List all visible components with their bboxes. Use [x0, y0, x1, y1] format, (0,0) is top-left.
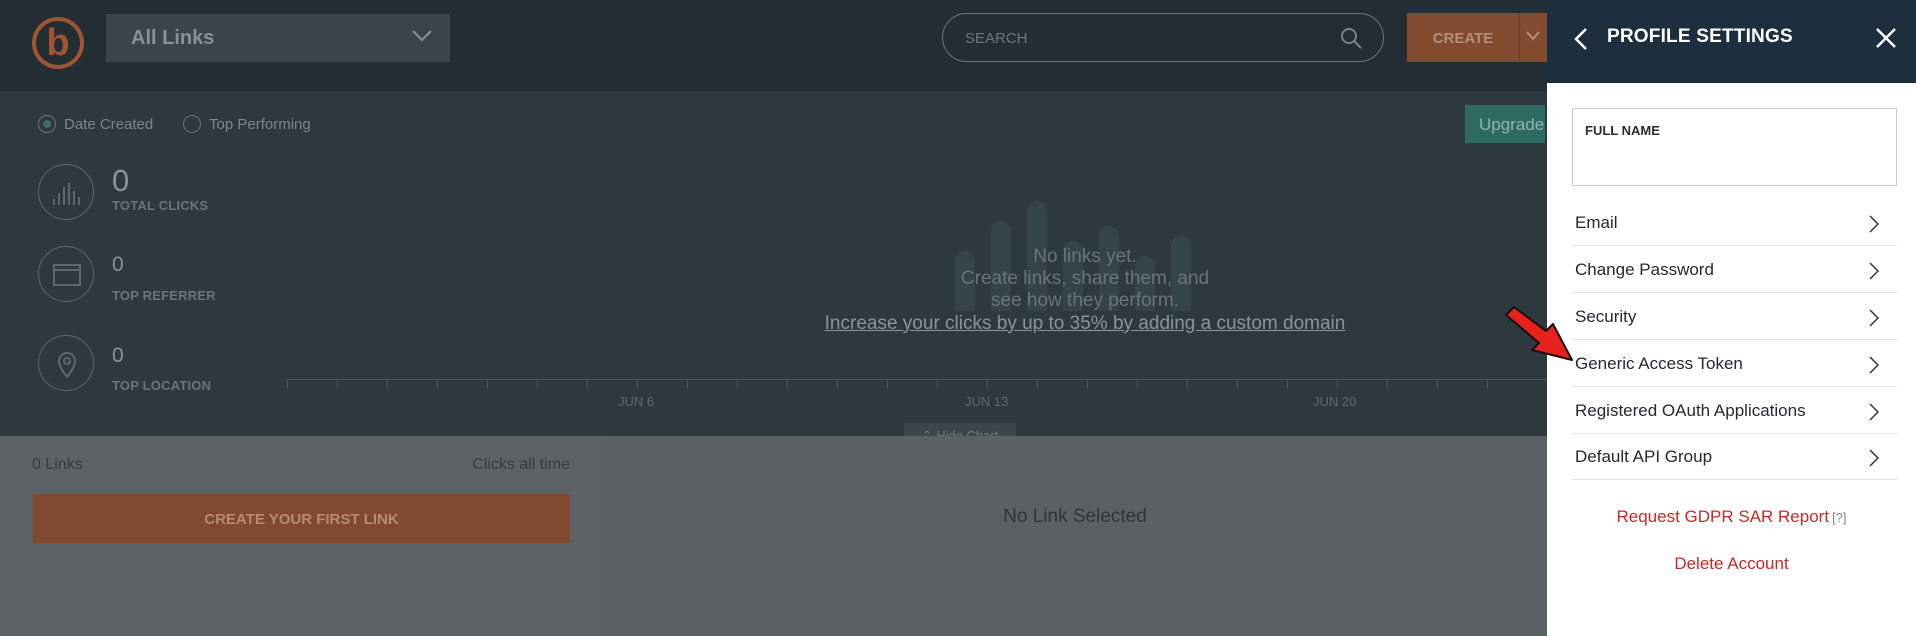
top-location-value: 0 — [112, 344, 124, 367]
full-name-field[interactable]: FULL NAME — [1572, 108, 1897, 186]
create-first-link-button[interactable]: CREATE YOUR FIRST LINK — [33, 494, 570, 543]
total-clicks-value: 0 — [112, 163, 130, 198]
location-pin-icon — [38, 335, 94, 391]
create-button[interactable]: CREATE — [1407, 13, 1519, 62]
menu-item-change-password[interactable]: Change Password — [1572, 246, 1897, 293]
menu-item-email[interactable]: Email — [1572, 199, 1897, 246]
link-detail-panel: No Link Selected — [603, 436, 1547, 636]
chart-x-axis — [287, 379, 1547, 380]
top-referrer-label: TOP REFERRER — [112, 288, 216, 303]
upgrade-button[interactable]: Upgrade — [1465, 105, 1545, 143]
gdpr-report-link[interactable]: Request GDPR SAR Report [?] — [1547, 507, 1916, 527]
sort-top-performing-radio[interactable]: Top Performing — [183, 115, 311, 133]
gdpr-help-icon[interactable]: [?] — [1832, 510, 1846, 525]
full-name-label: FULL NAME — [1585, 123, 1660, 138]
empty-message-line-2: Create links, share them, and — [960, 268, 1210, 289]
search-placeholder: SEARCH — [965, 30, 1028, 47]
radio-selected-icon — [38, 115, 56, 133]
panel-header: PROFILE SETTINGS — [1547, 0, 1916, 83]
delete-account-link[interactable]: Delete Account — [1547, 554, 1916, 574]
bitly-logo[interactable]: b — [32, 17, 84, 69]
chevron-down-icon — [412, 30, 432, 42]
axis-label: JUN 13 — [965, 394, 1009, 409]
chevron-right-icon — [1869, 403, 1879, 421]
chevron-right-icon — [1869, 309, 1879, 327]
search-icon[interactable] — [1339, 26, 1363, 50]
no-link-selected-message: No Link Selected — [1003, 506, 1147, 527]
links-filter-label: All Links — [131, 27, 215, 49]
axis-label: JUN 6 — [618, 394, 655, 409]
chevron-right-icon — [1869, 356, 1879, 374]
bar-chart-icon — [38, 164, 94, 220]
chevron-right-icon — [1869, 262, 1879, 280]
menu-item-generic-access-token[interactable]: Generic Access Token — [1572, 340, 1897, 387]
profile-settings-panel: PROFILE SETTINGS FULL NAME Email Change … — [1547, 0, 1916, 636]
chevron-down-icon — [1526, 31, 1540, 41]
chevron-right-icon — [1869, 215, 1879, 233]
panel-title: PROFILE SETTINGS — [1607, 26, 1793, 47]
total-clicks-label: TOTAL CLICKS — [112, 198, 209, 213]
menu-item-default-api-group[interactable]: Default API Group — [1572, 433, 1897, 480]
red-arrow-icon — [1505, 306, 1573, 361]
top-location-label: TOP LOCATION — [112, 378, 212, 393]
clicks-all-time-label[interactable]: Clicks all time — [472, 456, 570, 474]
close-icon[interactable] — [1875, 27, 1897, 49]
empty-message-line-3: see how they perform. — [991, 290, 1179, 311]
browser-window-icon — [38, 246, 94, 302]
links-filter-dropdown[interactable]: All Links — [106, 14, 450, 62]
search-input[interactable]: SEARCH — [942, 13, 1384, 62]
create-dropdown-toggle[interactable] — [1519, 13, 1549, 62]
menu-item-security[interactable]: Security — [1572, 293, 1897, 340]
radio-unselected-icon — [183, 115, 201, 133]
empty-message-line-1: No links yet. — [1033, 246, 1137, 267]
sort-date-created-radio[interactable]: Date Created — [38, 115, 153, 133]
menu-item-registered-oauth-applications[interactable]: Registered OAuth Applications — [1572, 387, 1897, 434]
custom-domain-link[interactable]: Increase your clicks by up to 35% by add… — [800, 313, 1370, 335]
top-referrer-value: 0 — [112, 253, 124, 276]
link-list-panel: 0 Links Clicks all time CREATE YOUR FIRS… — [0, 436, 603, 636]
chevron-right-icon — [1869, 449, 1879, 467]
links-count: 0 Links — [32, 456, 83, 473]
back-arrow-icon[interactable] — [1573, 27, 1589, 51]
axis-label: JUN 20 — [1313, 394, 1357, 409]
